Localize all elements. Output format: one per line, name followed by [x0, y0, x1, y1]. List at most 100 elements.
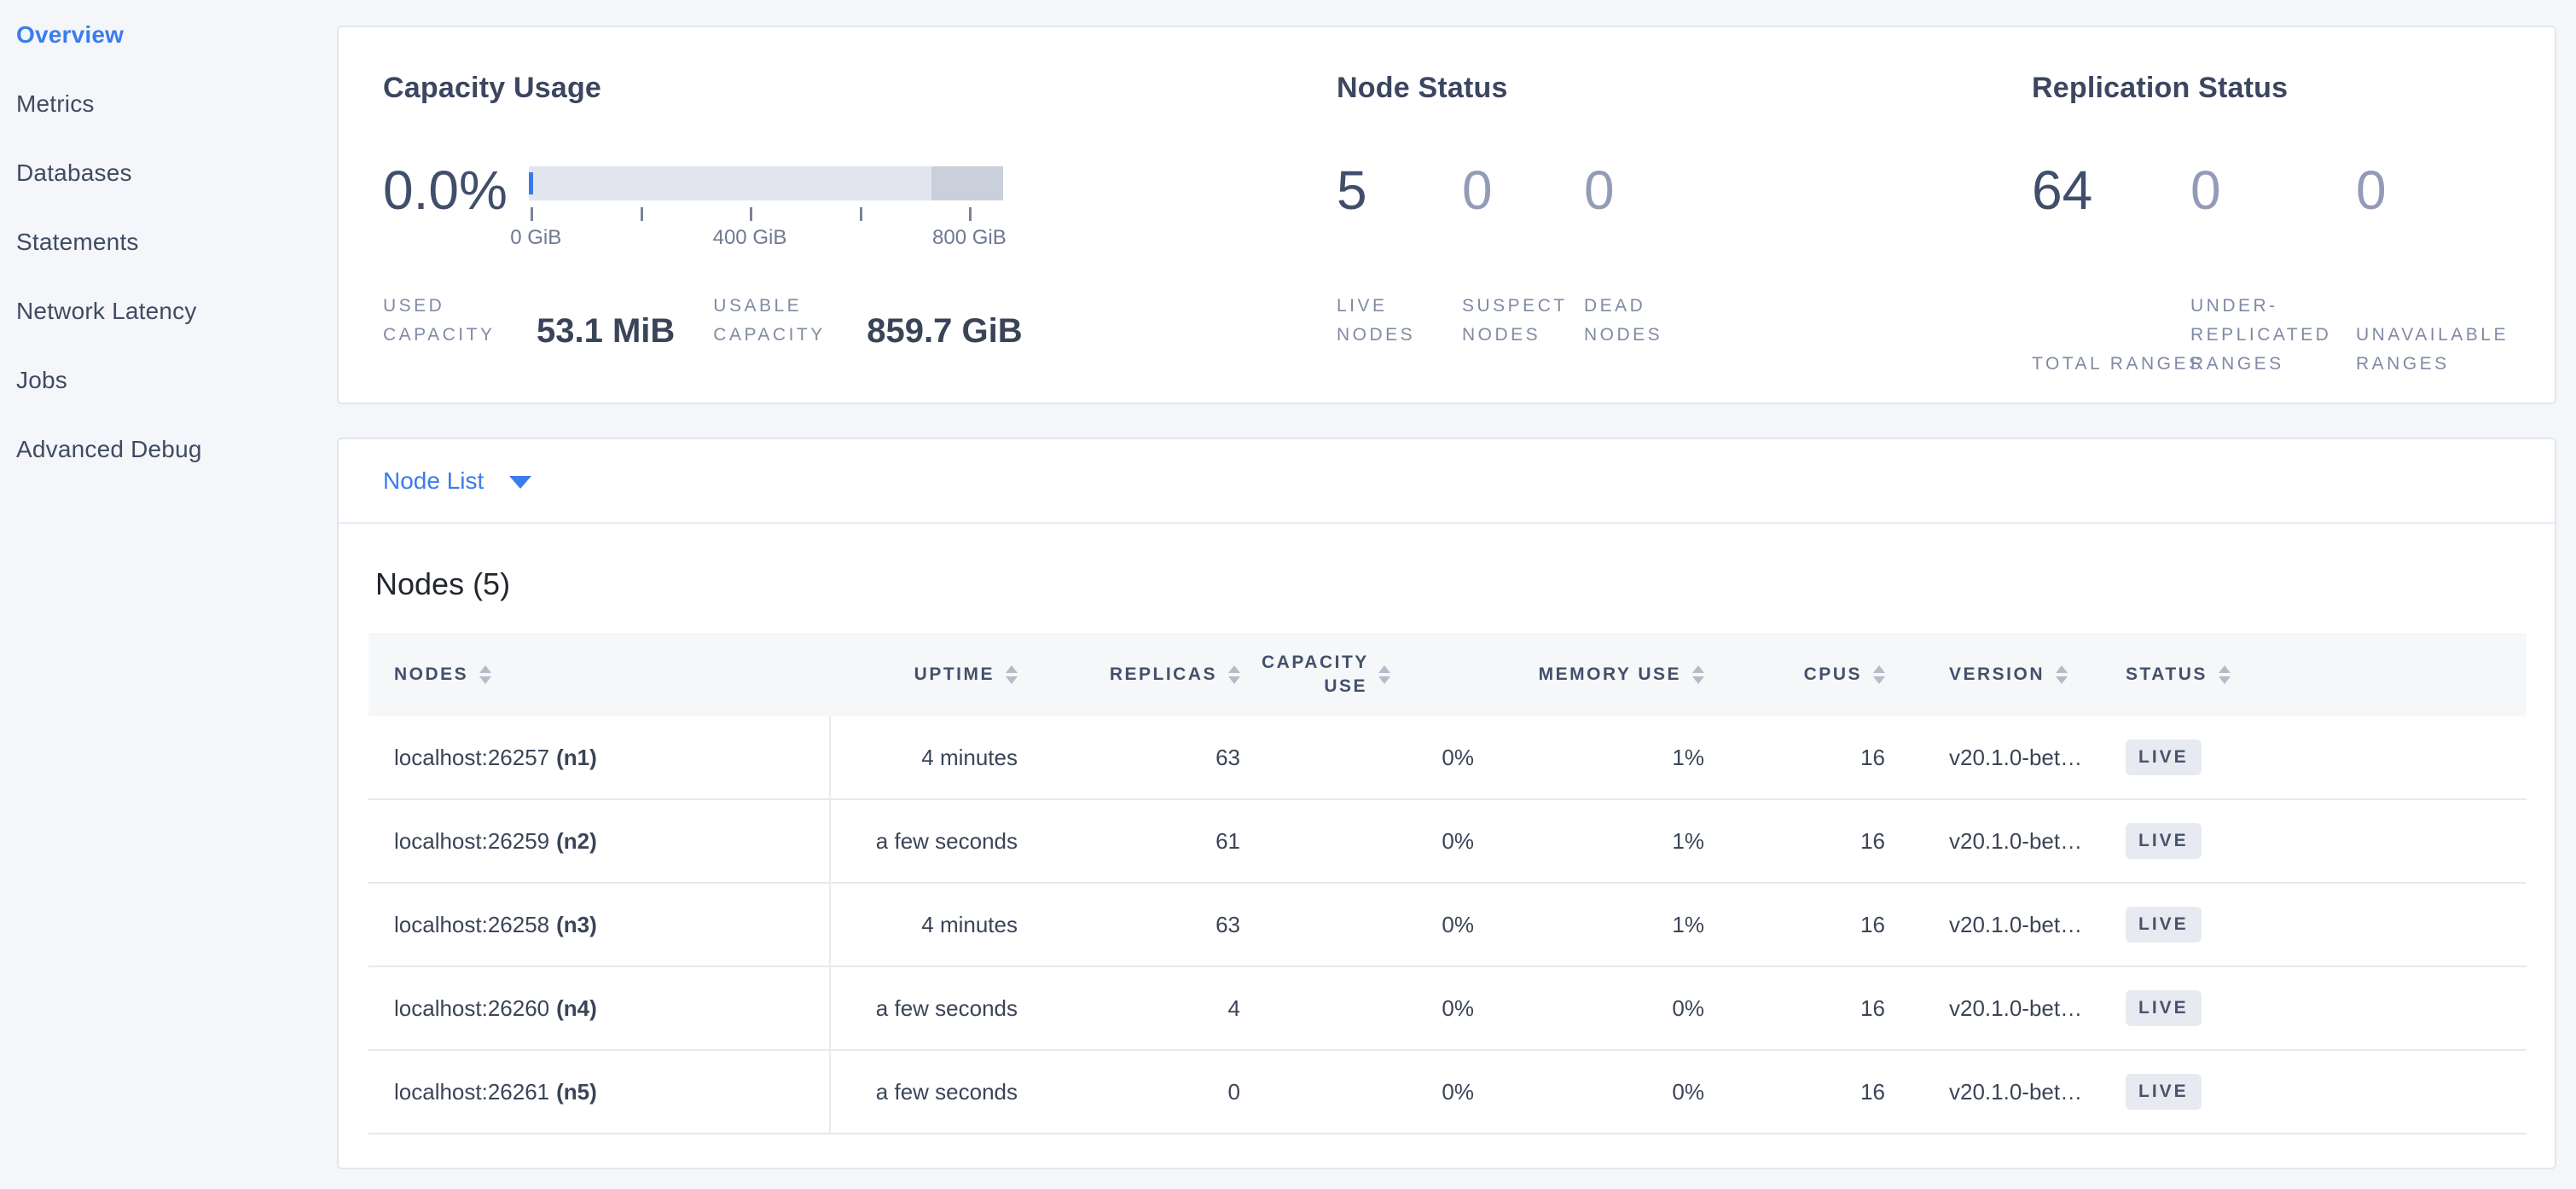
sidebar-item-jobs[interactable]: Jobs [0, 345, 337, 415]
node-address: localhost:26258 [394, 912, 549, 938]
table-row: localhost:26260(n4) a few seconds 4 0% 0… [368, 967, 2527, 1051]
replicas-cell: 61 [1039, 828, 1262, 855]
node-id: (n5) [556, 1079, 597, 1105]
capacity-use-cell: 0% [1262, 912, 1495, 938]
node-address-cell[interactable]: localhost:26257(n1) [368, 716, 831, 798]
status-badge: LIVE [2126, 823, 2202, 859]
total-ranges-count: 64 [2032, 160, 2190, 221]
uptime-cell: a few seconds [831, 1079, 1039, 1105]
nodes-table: NODES UPTIME REPLICAS CAPACITY USE MEMOR… [368, 633, 2527, 1134]
column-header-nodes[interactable]: NODES [368, 664, 831, 685]
node-address: localhost:26261 [394, 1079, 549, 1105]
column-header-memory-use[interactable]: MEMORY USE [1495, 664, 1726, 685]
capacity-gauge-reserved-segment [931, 166, 1003, 200]
used-capacity-value: 53.1 MiB [537, 313, 675, 349]
cpus-cell: 16 [1726, 1079, 1906, 1105]
version-cell: v20.1.0-bet… [1906, 745, 2104, 771]
column-header-capacity-use[interactable]: CAPACITY USE [1262, 651, 1495, 699]
capacity-gauge-axis [529, 207, 1003, 221]
capacity-use-cell: 0% [1262, 828, 1495, 855]
live-nodes-label: LIVE NODES [1337, 292, 1448, 350]
node-id: (n3) [556, 912, 597, 938]
column-header-replicas[interactable]: REPLICAS [1039, 664, 1262, 685]
used-capacity-metric: USED CAPACITY 53.1 MiB [383, 292, 675, 350]
under-replicated-ranges-label: UNDER-REPLICATED RANGES [2190, 292, 2365, 379]
status-badge: LIVE [2126, 907, 2202, 942]
status-cell: LIVE [2104, 990, 2527, 1026]
node-address: localhost:26260 [394, 995, 549, 1022]
sidebar-item-databases[interactable]: Databases [0, 138, 337, 207]
sort-icon [1692, 665, 1704, 684]
cpus-cell: 16 [1726, 828, 1906, 855]
replication-status-title: Replication Status [2032, 70, 2544, 106]
sidebar-item-advanced-debug[interactable]: Advanced Debug [0, 415, 337, 484]
chevron-down-icon [509, 476, 531, 489]
node-address-cell[interactable]: localhost:26259 (n2) [368, 800, 831, 882]
replicas-cell: 4 [1039, 995, 1262, 1022]
version-cell: v20.1.0-bet… [1906, 828, 2104, 855]
column-header-cpus[interactable]: CPUS [1726, 664, 1906, 685]
sort-icon [1006, 665, 1018, 684]
table-row: localhost:26259(n2) a few seconds 61 0% … [368, 800, 2527, 884]
used-capacity-label: USED CAPACITY [383, 292, 526, 350]
capacity-use-cell: 0% [1262, 995, 1495, 1022]
node-list-view-selector[interactable]: Node List [339, 439, 2555, 524]
replicas-cell: 63 [1039, 912, 1262, 938]
node-address: localhost:26259 [394, 828, 549, 855]
dead-nodes-label: DEAD NODES [1584, 292, 1695, 350]
column-header-version[interactable]: VERSION [1906, 664, 2104, 685]
sidebar-item-metrics[interactable]: Metrics [0, 69, 337, 138]
sort-icon [2219, 665, 2231, 684]
uptime-cell: 4 minutes [831, 745, 1039, 771]
live-nodes-count: 5 [1337, 160, 1462, 221]
uptime-cell: 4 minutes [831, 912, 1039, 938]
node-id: (n4) [556, 995, 597, 1022]
node-id: (n2) [556, 828, 597, 855]
sort-icon [2056, 665, 2068, 684]
node-address: localhost:26257 [394, 745, 549, 771]
status-cell: LIVE [2104, 740, 2527, 775]
column-header-cpus-label: CPUS [1804, 664, 1862, 685]
suspect-nodes-label: SUSPECT NODES [1462, 292, 1573, 350]
node-list-selector-label: Node List [383, 467, 484, 495]
cpus-cell: 16 [1726, 745, 1906, 771]
sort-icon [479, 665, 491, 684]
capacity-use-cell: 0% [1262, 1079, 1495, 1105]
column-header-uptime[interactable]: UPTIME [831, 664, 1039, 685]
replication-status-section: Replication Status 64 0 0 TOTAL RANGES U… [2032, 70, 2544, 379]
status-badge: LIVE [2126, 740, 2202, 775]
sidebar-item-overview[interactable]: Overview [0, 0, 337, 69]
memory-use-cell: 1% [1495, 745, 1726, 771]
dead-nodes-count: 0 [1584, 160, 1755, 221]
column-header-replicas-label: REPLICAS [1110, 664, 1217, 685]
suspect-nodes-count: 0 [1462, 160, 1584, 221]
capacity-gauge-bar [529, 166, 1003, 200]
capacity-gauge: 0 GiB 400 GiB 800 GiB [529, 166, 1003, 252]
sort-icon [1378, 665, 1474, 684]
sidebar-item-network-latency[interactable]: Network Latency [0, 276, 337, 345]
cluster-summary-card: Capacity Usage 0.0% [337, 26, 2556, 404]
unavailable-ranges-count: 0 [2356, 160, 2544, 221]
sidebar-item-statements[interactable]: Statements [0, 207, 337, 276]
usable-capacity-metric: USABLE CAPACITY 859.7 GiB [713, 292, 1022, 350]
usable-capacity-label: USABLE CAPACITY [713, 292, 856, 350]
cpus-cell: 16 [1726, 995, 1906, 1022]
node-address-cell[interactable]: localhost:26258 (n3) [368, 884, 831, 966]
unavailable-ranges-label: UNAVAILABLE RANGES [2356, 321, 2531, 379]
status-badge: LIVE [2126, 990, 2202, 1026]
node-status-section: Node Status 5 0 0 LIVE NODES SUSPECT NOD… [1337, 70, 2002, 350]
column-header-nodes-label: NODES [394, 664, 468, 685]
capacity-usage-title: Capacity Usage [383, 70, 1321, 106]
column-header-status[interactable]: STATUS [2104, 664, 2527, 685]
gauge-tick-label-800: 800 GiB [932, 226, 1007, 250]
version-cell: v20.1.0-bet… [1906, 912, 2104, 938]
gauge-tick-label-0: 0 GiB [510, 226, 561, 250]
sort-icon [1873, 665, 1885, 684]
nodes-table-title: Nodes (5) [375, 566, 2555, 603]
node-address-cell[interactable]: localhost:26261 (n5) [368, 1051, 831, 1133]
memory-use-cell: 0% [1495, 1079, 1726, 1105]
table-row: localhost:26258(n3) 4 minutes 63 0% 1% 1… [368, 884, 2527, 967]
version-cell: v20.1.0-bet… [1906, 1079, 2104, 1105]
cpus-cell: 16 [1726, 912, 1906, 938]
node-address-cell[interactable]: localhost:26260 (n4) [368, 967, 831, 1049]
